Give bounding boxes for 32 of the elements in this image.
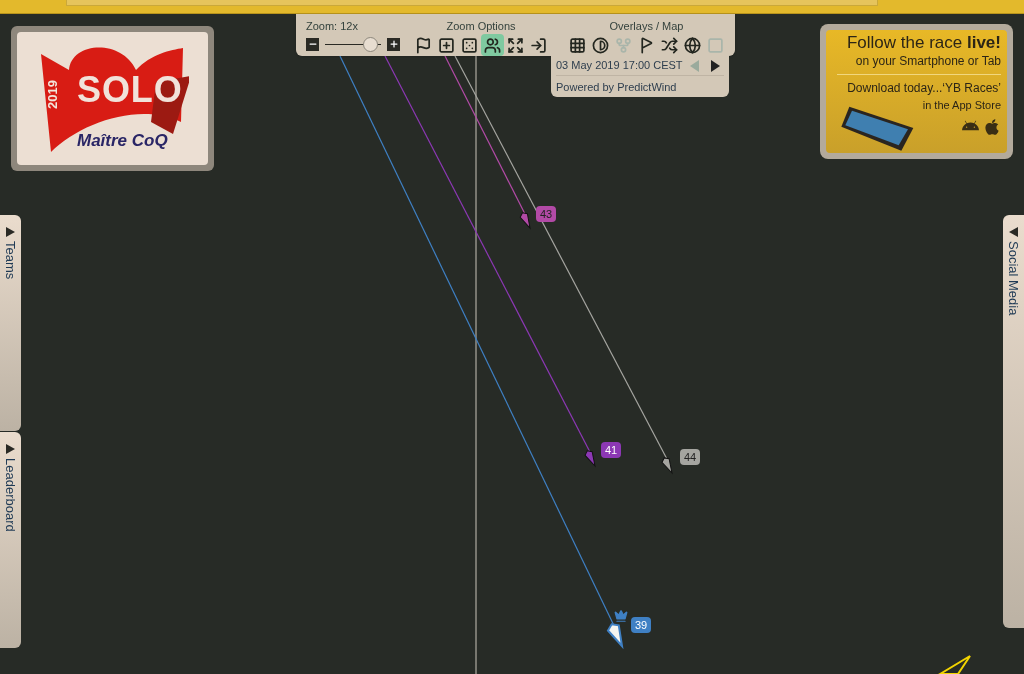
boat-label[interactable]: 41 — [601, 442, 622, 458]
side-panel-tab[interactable]: Teams — [0, 215, 21, 431]
side-panel-tab[interactable]: Leaderboard — [0, 432, 21, 648]
promo-headline: Follow the race live! — [846, 34, 1001, 52]
zoom-slider-thumb[interactable] — [362, 36, 378, 52]
zoom-in-button[interactable] — [387, 37, 400, 51]
promo-subline: on your Smartphone or Tab — [855, 53, 1001, 70]
boat-label[interactable]: 39 — [631, 617, 652, 633]
promo-download-text: Download today...‘YB Races’ — [847, 80, 1001, 97]
logo-year: 2019 — [44, 80, 61, 109]
timeline-date: 03 May 2019 17:00 CEST — [556, 58, 684, 74]
credit-text: Powered by PredictWind — [556, 80, 678, 95]
zoom-out-button[interactable] — [306, 37, 319, 51]
next-icon[interactable] — [711, 59, 720, 72]
logo-subtitle: Maître CoQ — [77, 132, 168, 149]
boat-icon[interactable] — [661, 457, 673, 474]
triangle-left-icon — [1009, 227, 1018, 237]
apple-icon — [983, 117, 1001, 136]
plus-icon — [388, 39, 399, 49]
triangle-right-icon — [6, 227, 15, 237]
side-panel-tab[interactable]: Social Media — [1003, 215, 1024, 628]
section-title: Zoom Options — [446, 19, 516, 34]
promo-store-text: in the App Store — [922, 98, 1001, 113]
triangle-right-icon — [6, 444, 15, 454]
section-title: Overlays / Map — [609, 19, 684, 34]
boat-icon[interactable] — [606, 623, 624, 650]
app-promo-banner[interactable]: Follow the race live! on your Smartphone or Tab Download today...‘YB Races’ in the App Store — [820, 24, 1013, 159]
boat-label[interactable]: 44 — [680, 449, 701, 465]
logo-title: SOLO — [77, 72, 183, 108]
group-button[interactable] — [481, 34, 504, 56]
zoom-level-label: Zoom: 12x — [306, 19, 359, 34]
zoom-slider[interactable] — [325, 36, 381, 52]
